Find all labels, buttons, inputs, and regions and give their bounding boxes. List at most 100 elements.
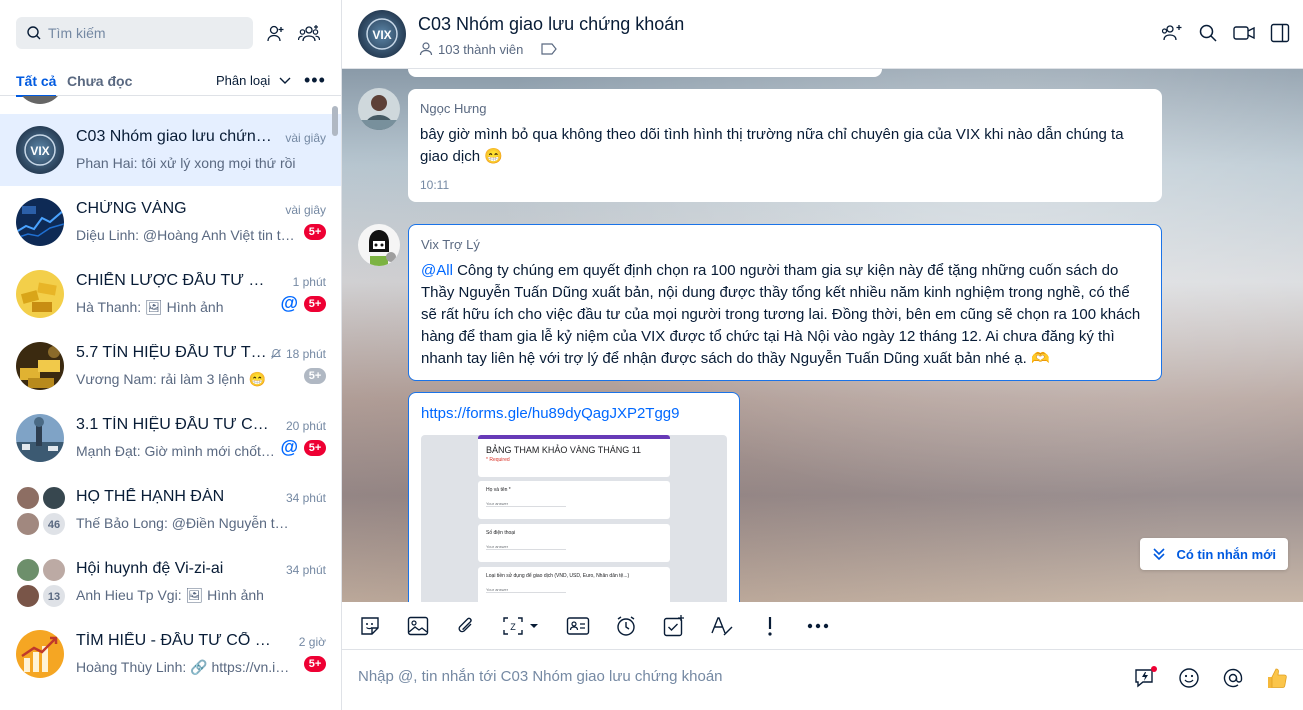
conversation-preview: Hà Thanh: 🖼 Hình ảnh — [76, 299, 224, 315]
mention-icon: @ — [280, 293, 298, 313]
new-message-button[interactable]: Có tin nhắn mới — [1140, 538, 1288, 570]
filter-row: Tất cả Chưa đọc Phân loại ••• — [0, 66, 341, 97]
avatar — [16, 414, 64, 462]
task-icon[interactable] — [662, 614, 686, 638]
message-text: @All Công ty chúng em quyết định chọn ra… — [421, 260, 1149, 370]
message-bubble[interactable]: Vix Trợ Lý @All Công ty chúng em quyết đ… — [408, 224, 1162, 381]
search-icon[interactable] — [1197, 22, 1219, 44]
list-item-partial[interactable] — [0, 96, 341, 114]
business-card-icon[interactable] — [566, 614, 590, 638]
chevron-down-icon — [279, 77, 291, 84]
tab-all[interactable]: Tất cả — [16, 73, 57, 97]
video-call-icon[interactable] — [1233, 22, 1255, 44]
unread-badge: 5+ — [304, 296, 326, 312]
conversation-time: 20 phút — [285, 419, 326, 433]
form-question-card: Loại tiền sử dụng để giao dịch (VND, USD… — [478, 567, 670, 602]
add-member-icon[interactable] — [1161, 22, 1183, 44]
double-chevron-down-icon — [1153, 548, 1166, 561]
group-avatar[interactable]: VIX — [358, 10, 406, 58]
conversation-name: CHIẾN LƯỢC ĐẦU TƯ CHỨNG KHOÁN — [76, 272, 272, 289]
conversation-time: 1 phút — [292, 275, 326, 289]
conversation-preview: Anh Hieu Tp Vgi: 🖼 Hình ảnh — [76, 587, 264, 603]
conversation-item[interactable]: 13 Hội huynh đệ Vi-zi-ai 34 phút Anh Hie… — [0, 546, 341, 618]
form-question: Họ và tên * — [486, 487, 511, 493]
urgent-icon[interactable] — [758, 614, 782, 638]
add-friend-icon[interactable] — [265, 23, 287, 45]
tab-unread[interactable]: Chưa đọc — [67, 73, 132, 89]
member-info[interactable]: 103 thành viên — [418, 41, 561, 57]
conversation-item[interactable]: CHIẾN LƯỢC ĐẦU TƯ CHỨNG KHOÁN 1 phút Hà … — [0, 258, 341, 330]
conversation-item[interactable]: TÌM HIỂU - ĐẦU TƯ CỔ PHIẾU 2 giờ Hoàng T… — [0, 618, 341, 690]
sidebar-scrollbar[interactable] — [332, 106, 338, 136]
member-count-label: 103 thành viên — [438, 41, 524, 57]
header-tools — [1161, 22, 1291, 44]
screenshot-icon[interactable]: Z — [502, 614, 542, 638]
image-icon[interactable] — [406, 614, 430, 638]
conversation-preview: Diệu Linh: @Hoàng Anh Việt tin tức — [76, 227, 296, 243]
link-preview-image[interactable]: BẢNG THAM KHẢO VÀNG THÁNG 11 * Required … — [421, 435, 727, 602]
conversation-item[interactable]: 5.7 TÍN HIỆU ĐẦU TƯ THÔNG MINH 18 phút V… — [0, 330, 341, 402]
chat-header: VIX C03 Nhóm giao lưu chứng khoán 103 th… — [342, 0, 1303, 69]
quick-message-icon[interactable] — [1133, 666, 1157, 690]
avatar — [42, 558, 66, 582]
conversation-item[interactable]: 3.1 TÍN HIỆU ĐẦU TƯ CỔ PHIẾU 20 phút Mạn… — [0, 402, 341, 474]
avatar — [16, 584, 40, 608]
reminder-clock-icon[interactable] — [614, 614, 638, 638]
conversation-name: Hội huynh đệ Vi-zi-ai — [76, 560, 224, 577]
message-time: 10:11 — [420, 178, 450, 192]
form-title: BẢNG THAM KHẢO VÀNG THÁNG 11 — [486, 445, 642, 455]
composer — [342, 650, 1303, 710]
thumbs-up-icon[interactable] — [1265, 666, 1289, 690]
member-count: 13 — [42, 584, 66, 608]
chat-title: C03 Nhóm giao lưu chứng khoán — [418, 14, 685, 34]
avatar — [16, 198, 64, 246]
mention-all[interactable]: @All — [421, 262, 453, 279]
create-group-icon[interactable] — [298, 23, 320, 45]
unread-badge: 5+ — [304, 224, 326, 240]
mention-icon[interactable] — [1221, 666, 1245, 690]
avatar — [16, 342, 64, 390]
message-bubble[interactable]: Ngọc Hưng bây giờ mình bỏ qua không theo… — [408, 89, 1162, 202]
chat-panel: VIX C03 Nhóm giao lưu chứng khoán 103 th… — [342, 0, 1303, 710]
avatar[interactable] — [358, 224, 400, 266]
sidebar-toggle-icon[interactable] — [1269, 22, 1291, 44]
conversation-time: 2 giờ — [298, 635, 326, 649]
form-question: Loại tiền sử dụng để giao dịch (VND, USD… — [486, 573, 630, 579]
conversation-preview: Vương Nam: rải làm 3 lệnh 😁 — [76, 371, 267, 387]
form-question-card: Họ và tên * Your answer — [478, 481, 670, 519]
person-icon — [419, 42, 433, 56]
sticker-icon[interactable] — [358, 614, 382, 638]
form-answer: Your answer — [486, 587, 566, 593]
more-icon[interactable] — [806, 614, 830, 638]
message-area[interactable]: Ngọc Hưng bây giờ mình bỏ qua không theo… — [342, 69, 1303, 602]
search-input[interactable] — [48, 25, 238, 41]
form-required: * Required — [486, 457, 510, 463]
avatar — [42, 486, 66, 510]
classify-dropdown[interactable]: Phân loại — [216, 73, 292, 88]
form-link[interactable]: https://forms.gle/hu89dyQagJXP2Tgg9 — [421, 405, 679, 422]
composer-toolbar: Z — [342, 602, 1303, 650]
svg-text:VIX: VIX — [372, 28, 391, 42]
search-box[interactable] — [16, 17, 253, 49]
previous-message — [408, 69, 882, 77]
avatar: VIX — [16, 126, 64, 174]
avatar[interactable] — [358, 88, 400, 130]
mention-icon: @ — [280, 437, 298, 457]
message-body: Công ty chúng em quyết định chọn ra 100 … — [421, 262, 1141, 367]
tag-icon[interactable] — [541, 43, 558, 55]
classify-label: Phân loại — [216, 73, 271, 88]
message-input[interactable] — [358, 668, 1098, 685]
link-message-bubble[interactable]: https://forms.gle/hu89dyQagJXP2Tgg9 BẢNG… — [408, 392, 740, 602]
form-question: Số điện thoại — [486, 530, 516, 536]
emoji-icon[interactable] — [1177, 666, 1201, 690]
conversation-time: vài giây — [285, 203, 326, 217]
text-format-icon[interactable] — [710, 614, 734, 638]
conversation-time: 18 phút — [270, 347, 326, 361]
avatar — [16, 486, 40, 510]
conversation-item[interactable]: 46 HỌ THẾ HẠNH ĐÀN 34 phút Thế Bảo Long:… — [0, 474, 341, 546]
conversation-item[interactable]: CHỨNG VÀNG vài giây Diệu Linh: @Hoàng An… — [0, 186, 341, 258]
avatar — [16, 512, 40, 536]
more-options-button[interactable]: ••• — [304, 70, 326, 91]
conversation-item[interactable]: VIX C03 Nhóm giao lưu chứng khoán vài gi… — [0, 114, 341, 186]
attachment-icon[interactable] — [454, 614, 478, 638]
